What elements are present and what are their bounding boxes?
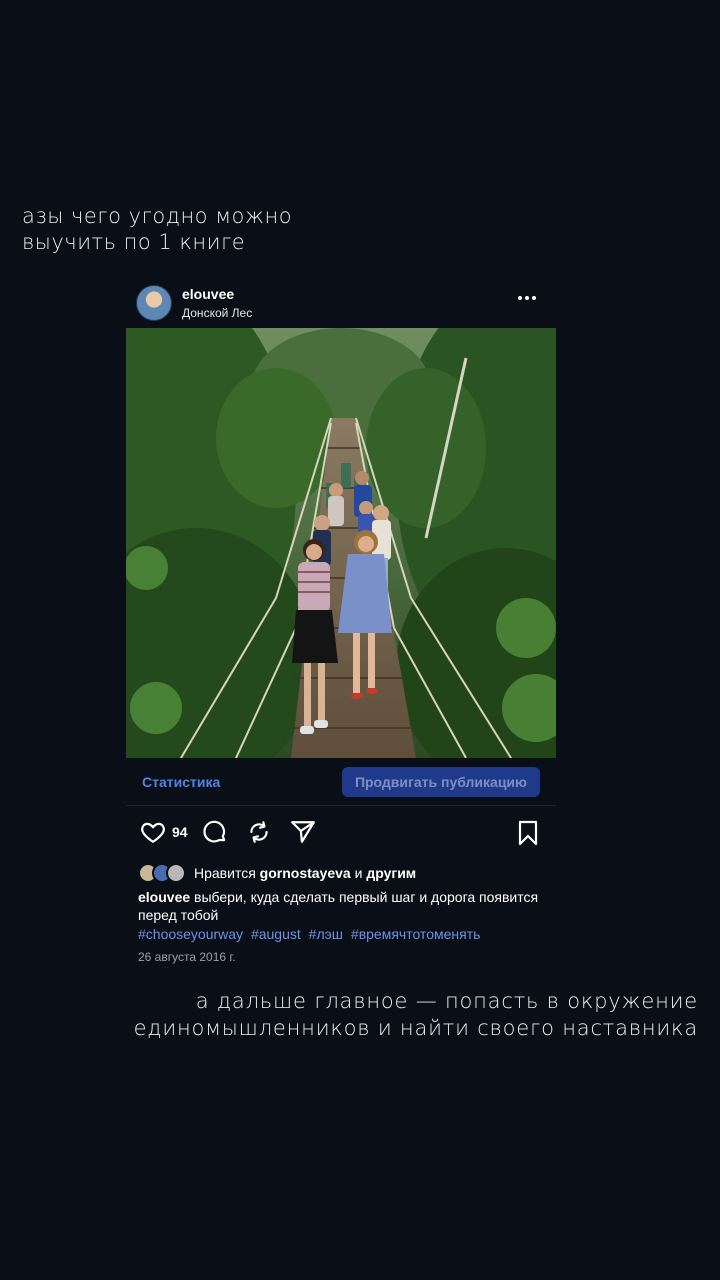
bookmark-icon[interactable] [516, 820, 540, 846]
header-text: elouvee Донской Лес [182, 285, 252, 321]
comment-icon[interactable] [202, 819, 228, 845]
more-icon[interactable] [512, 288, 542, 308]
promote-button[interactable]: Продвигать публикацию [341, 766, 540, 797]
liker-avatars [138, 863, 186, 883]
hashtag[interactable]: #лэш [309, 926, 343, 942]
post-date: 26 августа 2016 г. [138, 950, 236, 964]
bridge-photo-illustration [126, 328, 556, 758]
avatar[interactable] [136, 285, 172, 321]
caption-username[interactable]: elouvee [138, 889, 190, 905]
liker-avatar [166, 863, 186, 883]
caption: elouvee выбери, куда сделать первый шаг … [126, 888, 556, 924]
username[interactable]: elouvee [182, 285, 252, 303]
insights-link[interactable]: Статистика [142, 774, 220, 790]
post-header: elouvee Донской Лес [126, 278, 556, 328]
hashtag[interactable]: #chooseyourway [138, 926, 243, 942]
caption-text: выбери, куда сделать первый шаг и дорога… [138, 889, 539, 923]
story-text-top: азы чего угодно можно выучить по 1 книге [22, 204, 293, 254]
hashtag[interactable]: #времячтотоменять [351, 926, 481, 942]
hashtags: #chooseyourway #august #лэш #времячтотом… [126, 924, 556, 944]
liked-by-row[interactable]: Нравится gornostayeva и другим [126, 862, 556, 884]
hashtag[interactable]: #august [251, 926, 301, 942]
repost-icon[interactable] [246, 819, 272, 845]
liked-by-user[interactable]: gornostayeva [260, 865, 351, 881]
liked-by-prefix: Нравится [194, 865, 256, 881]
insights-row: Статистика Продвигать публикацию [126, 758, 556, 806]
send-icon[interactable] [290, 819, 316, 845]
liked-by-and: и [354, 865, 363, 881]
liked-by-text: Нравится gornostayeva и другим [194, 865, 416, 881]
instagram-post: elouvee Донской Лес Статистика Продвигат… [126, 278, 556, 964]
liked-by-others[interactable]: другим [366, 865, 416, 881]
story-text-bottom: а дальше главное — попасть в окружение е… [133, 989, 698, 1040]
location[interactable]: Донской Лес [182, 305, 252, 321]
likes-count[interactable]: 94 [172, 824, 188, 840]
post-photo[interactable] [126, 328, 556, 758]
heart-icon[interactable] [140, 819, 166, 845]
action-bar: 94 [126, 806, 556, 858]
